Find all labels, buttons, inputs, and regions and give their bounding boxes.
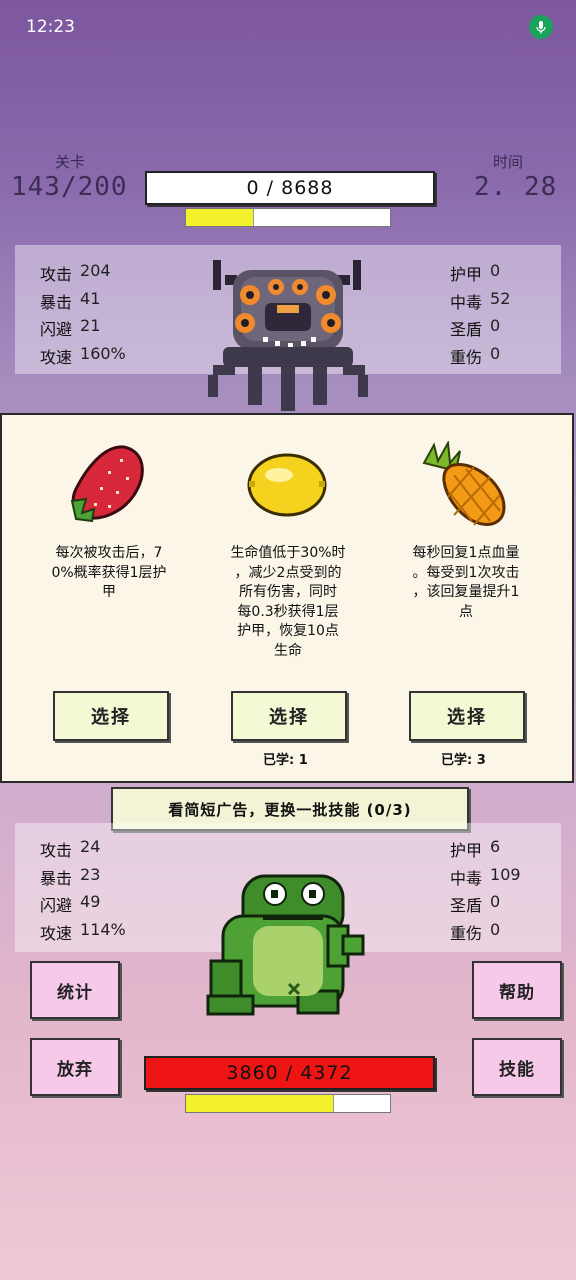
player-stat-right-label: 圣盾 xyxy=(450,896,483,915)
skill-desc-line: 生命值低于30%时 xyxy=(230,545,346,561)
enemy-stat-left-label: 攻速 xyxy=(40,347,73,367)
skill-desc-line: 所有伤害，同时 xyxy=(239,584,337,600)
enemy-stat-left-row: 攻击 204 xyxy=(40,261,111,285)
player-stat-left-label: 闪避 xyxy=(40,896,73,915)
enemy-hp-bar: 0 / 8688 xyxy=(145,171,435,205)
enemy-stat-left-label: 暴击 xyxy=(40,292,73,312)
player-stat-left-row: 暴击 23 xyxy=(40,865,100,889)
player-stat-right-row: 中毒 109 xyxy=(450,865,521,889)
pineapple-icon xyxy=(422,441,506,526)
player-stat-right-label: 重伤 xyxy=(450,923,483,943)
enemy-stat-left-value: 160% xyxy=(80,343,126,363)
enemy-energy-fill xyxy=(186,209,255,226)
stats-button[interactable]: 统计 xyxy=(30,961,120,1019)
enemy-stat-left-value: 204 xyxy=(80,261,111,280)
player-energy-fill xyxy=(186,1095,334,1112)
skill-desc-line: 。每受到1次攻击 xyxy=(412,564,520,581)
enemy-stat-right-label: 中毒 xyxy=(450,292,483,312)
player-stat-left-row: 闪避 49 xyxy=(40,892,100,916)
enemy-stat-right-row: 圣盾 0 xyxy=(450,316,500,340)
time-label: 时间 xyxy=(493,153,524,171)
skill-desc-line: 点 xyxy=(459,603,473,620)
player-stat-right-label: 中毒 xyxy=(450,868,483,888)
enemy-stat-right-value: 0 xyxy=(490,343,501,363)
player-stat-right-value: 0 xyxy=(490,892,501,911)
player-hp-text: 3860 / 4372 xyxy=(226,1062,353,1084)
select-skill-1-button[interactable]: 选择 xyxy=(53,691,169,741)
player-stat-left-value: 23 xyxy=(80,864,101,884)
status-time: 12:23 xyxy=(26,17,75,37)
enemy-stat-left-label: 闪避 xyxy=(40,320,73,339)
help-button[interactable]: 帮助 xyxy=(472,961,562,1019)
skill-desc-line: 每次被攻击后，7 xyxy=(55,545,163,561)
player-stat-right-value: 0 xyxy=(490,919,501,939)
enemy-hp-text: 0 / 8688 xyxy=(246,177,334,199)
skill-desc-line: 每0.3秒获得1层 xyxy=(237,603,339,620)
enemy-energy-bar xyxy=(185,208,391,227)
enemy-stat-left-row: 暴击 41 xyxy=(40,289,100,313)
enemy-stat-right-label: 重伤 xyxy=(450,347,483,367)
enemy-stat-left-row: 攻速 160% xyxy=(40,344,126,368)
enemy-stat-right-label: 护甲 xyxy=(450,265,483,284)
strawberry-icon xyxy=(70,445,144,523)
enemy-stat-left-value: 21 xyxy=(80,316,101,335)
select-skill-2-button[interactable]: 选择 xyxy=(231,691,347,741)
enemy-stat-left-row: 闪避 21 xyxy=(40,316,100,340)
enemy-stat-left-label: 攻击 xyxy=(40,265,73,284)
skill-desc-line: ，该回复量提升1 xyxy=(412,584,520,600)
player-stat-left-value: 24 xyxy=(80,837,101,856)
player-energy-bar xyxy=(185,1094,391,1113)
skill-desc-line: 0%概率获得1层护 xyxy=(51,564,167,581)
enemy-stat-left-value: 41 xyxy=(80,288,101,308)
player-stat-right-row: 圣盾 0 xyxy=(450,892,500,916)
player-stat-right-value: 109 xyxy=(490,864,521,884)
skill-desc-line: ，减少2点受到的 xyxy=(234,564,342,581)
enemy-stat-right-label: 圣盾 xyxy=(450,320,483,339)
enemy-stat-right-value: 0 xyxy=(490,316,501,335)
giveup-button[interactable]: 放弃 xyxy=(30,1038,120,1096)
player-stat-left-value: 49 xyxy=(80,892,101,911)
enemy-stat-right-row: 重伤 0 xyxy=(450,344,500,368)
skills-button[interactable]: 技能 xyxy=(472,1038,562,1096)
player-stat-left-value: 114% xyxy=(80,919,126,939)
enemy-stat-right-value: 0 xyxy=(490,261,501,280)
skill-desc-line: 甲 xyxy=(102,584,116,600)
player-stat-left-row: 攻速 114% xyxy=(40,920,126,944)
player-stat-right-value: 6 xyxy=(490,837,501,856)
player-frog-sprite xyxy=(206,874,365,1016)
skill-1-description: 每次被攻击后，7 0%概率获得1层护甲 xyxy=(29,544,189,603)
player-stat-right-row: 重伤 0 xyxy=(450,920,500,944)
enemy-stat-right-row: 护甲 0 xyxy=(450,261,500,285)
player-stat-left-label: 攻速 xyxy=(40,923,73,943)
level-label: 关卡 xyxy=(55,153,86,171)
player-stat-left-label: 攻击 xyxy=(40,841,73,860)
select-skill-3-button[interactable]: 选择 xyxy=(409,691,525,741)
enemy-stat-right-value: 52 xyxy=(490,288,511,308)
skill-2-learned: 已学: 1 xyxy=(263,753,308,768)
enemy-stat-right-row: 中毒 52 xyxy=(450,289,510,313)
skill-desc-line: 生命 xyxy=(274,642,302,659)
enemy-monster-sprite xyxy=(208,260,368,411)
player-stat-right-row: 护甲 6 xyxy=(450,837,500,861)
skill-2-description: 生命值低于30%时 ，减少2点受到的 所有伤害，同时 每0.3秒获得1层 护甲，恢复10… xyxy=(208,544,368,661)
player-stat-left-row: 攻击 24 xyxy=(40,837,100,861)
player-hp-bar: 3860 / 4372 xyxy=(144,1056,435,1090)
microphone-icon xyxy=(529,15,553,39)
skill-desc-line: 每秒回复1点血量 xyxy=(412,545,520,561)
skill-desc-line: 护甲，恢复10点 xyxy=(237,623,339,639)
player-stat-left-label: 暴击 xyxy=(40,868,73,888)
player-stat-right-label: 护甲 xyxy=(450,841,483,860)
skill-3-description: 每秒回复1点血量 。每受到1次攻击 ，该回复量提升1 点 xyxy=(386,544,546,622)
level-value: 143/200 xyxy=(11,172,128,202)
skill-3-learned: 已学: 3 xyxy=(441,753,486,768)
time-value: 2. 28 xyxy=(474,172,558,202)
lemon-icon xyxy=(247,453,327,517)
